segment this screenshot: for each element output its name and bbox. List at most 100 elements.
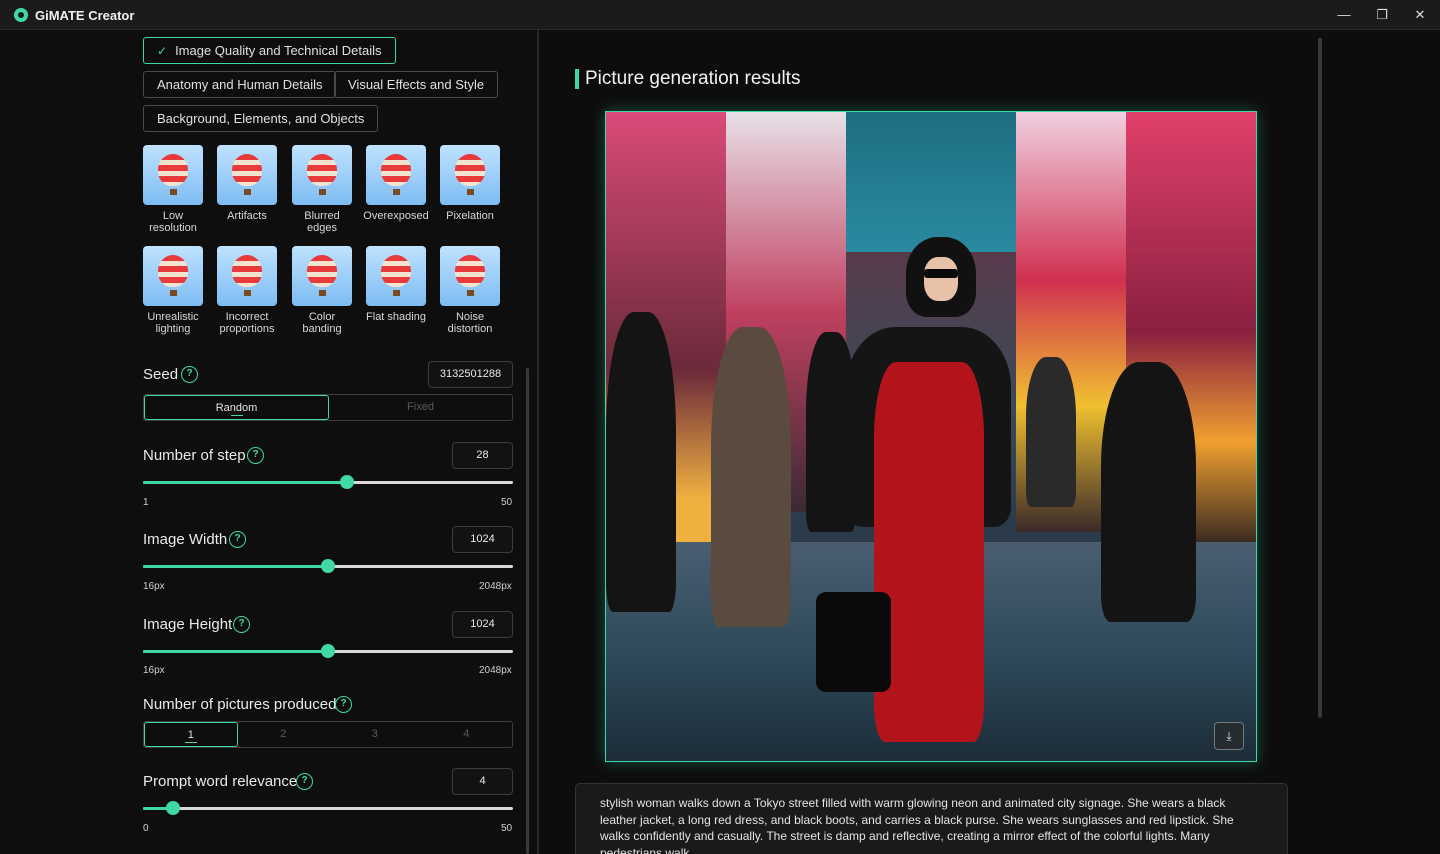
thumb-label: Overexposed: [363, 210, 429, 222]
width-fill: [143, 565, 328, 568]
thumb-unrealistic-lighting[interactable]: [143, 246, 203, 306]
height-input[interactable]: 1024: [452, 611, 513, 638]
help-icon[interactable]: ?: [229, 531, 246, 548]
help-icon[interactable]: ?: [247, 447, 264, 464]
thumb-blurred-edges[interactable]: [292, 145, 352, 205]
minimize-button[interactable]: —: [1325, 0, 1363, 30]
relevance-max: 50: [501, 823, 513, 834]
basket: [244, 290, 251, 296]
category-image-quality[interactable]: ✓ Image Quality and Technical Details: [143, 37, 396, 64]
relevance-track[interactable]: [143, 807, 513, 810]
thumb-label: Noise distortion: [447, 311, 493, 335]
category-background[interactable]: Background, Elements, and Objects: [143, 105, 379, 132]
relevance-slider-handle[interactable]: [166, 801, 180, 815]
height-slider-handle[interactable]: [321, 644, 335, 658]
check-icon: ✓: [157, 44, 168, 58]
height-label: Image Height: [143, 616, 233, 633]
app-logo-icon: [14, 8, 28, 22]
balloon-icon: [232, 154, 262, 186]
basket: [393, 290, 400, 296]
thumb-overexposed[interactable]: [366, 145, 426, 205]
basket: [319, 189, 326, 195]
width-min: 16px: [143, 581, 165, 592]
image-pedestrian: [711, 327, 791, 627]
basket: [393, 189, 400, 195]
image-pedestrian: [606, 312, 676, 612]
balloon-icon: [455, 154, 485, 186]
panel-divider[interactable]: [537, 30, 539, 854]
steps-label: Number of step: [143, 447, 246, 464]
steps-slider-handle[interactable]: [340, 475, 354, 489]
thumb-label: Blurred edges: [304, 210, 340, 234]
relevance-input[interactable]: 4: [452, 768, 513, 795]
pictures-option-3[interactable]: 3: [329, 722, 421, 747]
thumb-pixelation[interactable]: [440, 145, 500, 205]
seed-mode-fixed[interactable]: Fixed: [329, 395, 512, 420]
category-anatomy[interactable]: Anatomy and Human Details: [143, 71, 337, 98]
pictures-option-2[interactable]: 2: [238, 722, 330, 747]
height-min: 16px: [143, 665, 165, 676]
thumb-low-resolution[interactable]: [143, 145, 203, 205]
seed-mode-toggle: Random Fixed: [143, 394, 513, 421]
thumb-incorrect-proportions[interactable]: [217, 246, 277, 306]
image-pedestrian: [1101, 362, 1196, 622]
generated-image[interactable]: [605, 111, 1257, 762]
maximize-button[interactable]: ❐: [1363, 0, 1401, 30]
basket: [319, 290, 326, 296]
height-fill: [143, 650, 328, 653]
width-input[interactable]: 1024: [452, 526, 513, 553]
download-icon[interactable]: ⤓: [1214, 722, 1244, 750]
basket: [467, 189, 474, 195]
thumb-color-banding[interactable]: [292, 246, 352, 306]
seed-input[interactable]: 3132501288: [428, 361, 513, 388]
seed-mode-random[interactable]: Random: [144, 395, 329, 420]
seed-label: Seed: [143, 366, 179, 383]
steps-min: 1: [143, 497, 149, 508]
prompt-text: stylish woman walks down a Tokyo street …: [600, 796, 1234, 854]
basket: [170, 189, 177, 195]
pictures-label: Number of pictures produced: [143, 696, 337, 713]
basket: [467, 290, 474, 296]
balloon-icon: [455, 255, 485, 287]
thumb-label: Unrealistic lighting: [147, 311, 199, 335]
basket: [170, 290, 177, 296]
image-woman-sunglasses: [924, 269, 958, 278]
app-title: GiMATE Creator: [35, 8, 135, 23]
thumb-flat-shading[interactable]: [366, 246, 426, 306]
thumb-noise-distortion[interactable]: [440, 246, 500, 306]
thumb-label: Artifacts: [227, 210, 267, 222]
thumb-label: Incorrect proportions: [219, 311, 275, 335]
thumb-label: Color banding: [302, 311, 342, 335]
steps-input[interactable]: 28: [452, 442, 513, 469]
balloon-icon: [158, 255, 188, 287]
balloon-icon: [381, 255, 411, 287]
width-max: 2048px: [479, 581, 512, 592]
help-icon[interactable]: ?: [181, 366, 198, 383]
settings-scrollbar[interactable]: [526, 368, 529, 854]
thumb-label: Low resolution: [149, 210, 197, 234]
prompt-text-box[interactable]: stylish woman walks down a Tokyo street …: [575, 783, 1288, 854]
balloon-icon: [381, 154, 411, 186]
relevance-min: 0: [143, 823, 149, 834]
pictures-count-toggle: 1 2 3 4: [143, 721, 513, 748]
results-scrollbar[interactable]: [1318, 38, 1322, 718]
pictures-option-4[interactable]: 4: [421, 722, 513, 747]
width-slider-handle[interactable]: [321, 559, 335, 573]
balloon-icon: [307, 255, 337, 287]
help-icon[interactable]: ?: [335, 696, 352, 713]
height-max: 2048px: [479, 665, 512, 676]
image-woman-face: [924, 257, 958, 301]
thumb-artifacts[interactable]: [217, 145, 277, 205]
balloon-icon: [158, 154, 188, 186]
relevance-label: Prompt word relevance: [143, 773, 298, 790]
pictures-option-1[interactable]: 1: [144, 722, 238, 747]
help-icon[interactable]: ?: [233, 616, 250, 633]
category-visual-effects[interactable]: Visual Effects and Style: [334, 71, 499, 98]
image-sky: [846, 112, 1016, 252]
image-pedestrian: [1026, 357, 1076, 507]
image-woman-bag: [816, 592, 891, 692]
help-icon[interactable]: ?: [296, 773, 313, 790]
close-button[interactable]: ✕: [1401, 0, 1439, 30]
results-title: Picture generation results: [585, 68, 801, 89]
thumb-label: Flat shading: [366, 311, 426, 323]
